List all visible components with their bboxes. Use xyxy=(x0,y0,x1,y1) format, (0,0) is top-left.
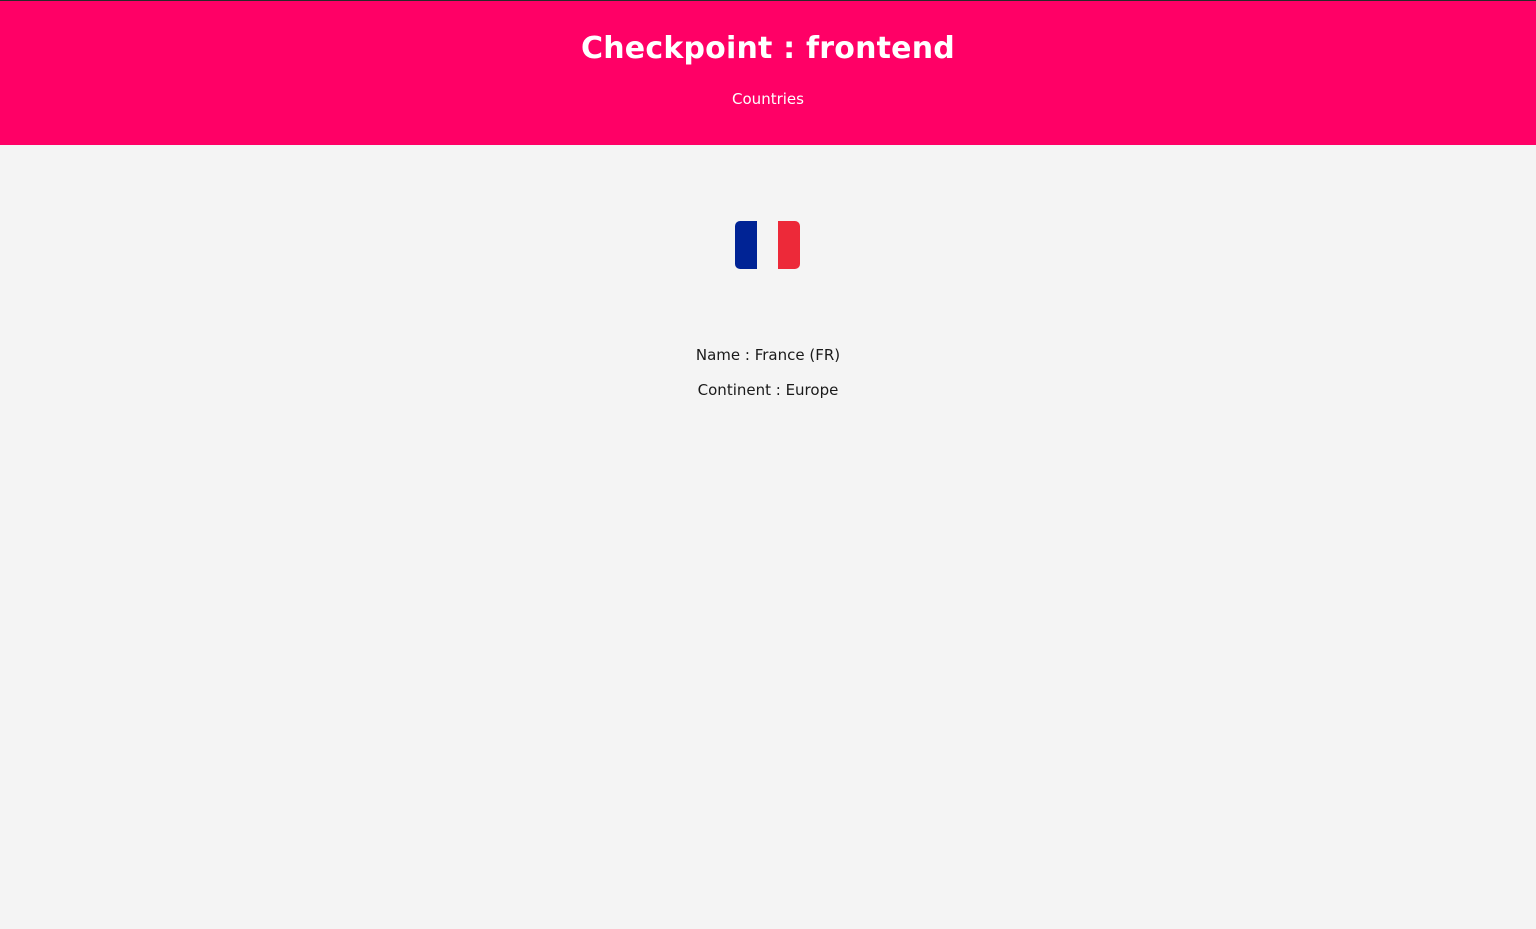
page-title: Checkpoint : frontend xyxy=(581,31,955,66)
countries-link[interactable]: Countries xyxy=(0,88,1536,110)
flag-white-band xyxy=(756,221,779,269)
flag-red-band xyxy=(778,221,800,269)
country-name: Name : France (FR) xyxy=(695,346,841,364)
page-header: Checkpoint : frontend Countries xyxy=(0,0,1536,145)
flag-blue-band xyxy=(735,221,757,269)
country-continent: Continent : Europe xyxy=(697,381,839,399)
france-flag-icon xyxy=(735,221,800,269)
